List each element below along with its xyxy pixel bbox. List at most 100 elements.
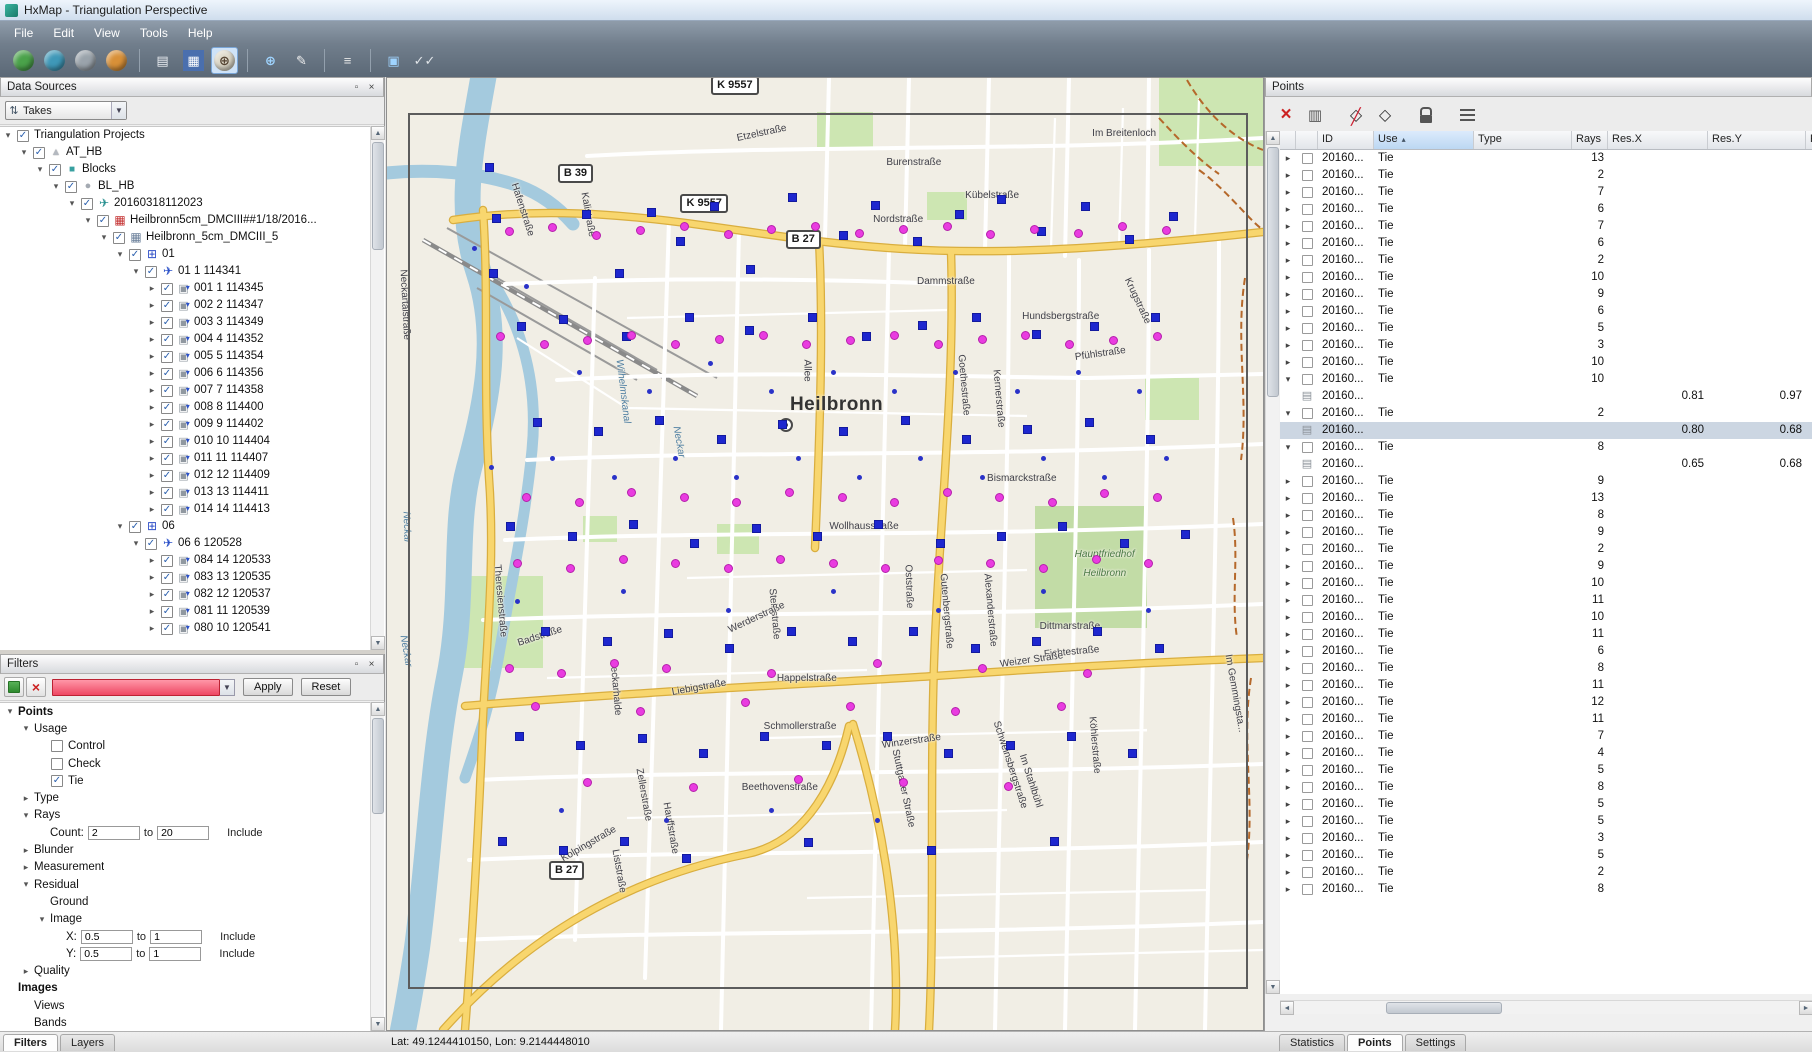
row-checkbox[interactable] (1296, 541, 1318, 558)
row-expander-icon[interactable]: ▸ (1280, 235, 1296, 252)
tree-checkbox[interactable] (145, 538, 157, 550)
row-expander-icon[interactable]: ▸ (1280, 881, 1296, 898)
tree-checkbox[interactable] (161, 504, 173, 516)
tree-expander-icon[interactable]: ▸ (146, 382, 158, 399)
tree-checkbox[interactable] (161, 402, 173, 414)
image-viewer-icon[interactable]: ▣ (380, 47, 407, 74)
tree-checkbox[interactable] (161, 470, 173, 482)
row-expander-icon[interactable]: ▸ (1280, 592, 1296, 609)
tree-item[interactable]: ▸008 8 114400 (0, 399, 385, 416)
close-panel-icon[interactable]: × (364, 657, 379, 671)
tree-item[interactable]: ▸012 12 114409 (0, 467, 385, 484)
tree-expander-icon[interactable]: ▾ (114, 246, 126, 263)
tree-item[interactable]: ▸011 11 114407 (0, 450, 385, 467)
row-checkbox[interactable] (1296, 796, 1318, 813)
right-panel-tabs[interactable]: StatisticsPointsSettings (1261, 1034, 1468, 1051)
tab-statistics[interactable]: Statistics (1279, 1034, 1345, 1051)
filter-item[interactable]: Ground (0, 893, 385, 910)
tree-item[interactable]: ▾20160318112023 (0, 195, 385, 212)
filter-item[interactable]: Bands (0, 1014, 385, 1031)
points-row[interactable]: ▸20160...Tie8 (1280, 779, 1812, 796)
tree-item[interactable]: ▸014 14 114413 (0, 501, 385, 518)
tree-checkbox[interactable] (161, 385, 173, 397)
tree-checkbox[interactable] (17, 130, 29, 142)
measurement-filter-icon[interactable] (1454, 102, 1480, 128)
tree-expander-icon[interactable]: ▸ (20, 966, 32, 977)
scrollbar-thumb[interactable] (1386, 1002, 1502, 1014)
column-header-resx[interactable]: Res.X (1608, 131, 1708, 149)
save-icon[interactable]: ▦ (180, 47, 207, 74)
scrollbar-thumb[interactable] (1267, 147, 1279, 397)
tree-checkbox[interactable] (161, 436, 173, 448)
row-expander-icon[interactable]: ▸ (1280, 779, 1296, 796)
tree-expander-icon[interactable]: ▸ (146, 467, 158, 484)
edit-notes-icon[interactable]: ✎ (288, 47, 315, 74)
points-row[interactable]: ▸20160...Tie7 (1280, 184, 1812, 201)
tree-checkbox[interactable] (161, 351, 173, 363)
title-bar[interactable]: HxMap - Triangulation Perspective (0, 0, 1812, 21)
points-row[interactable]: ▸20160...Tie5 (1280, 762, 1812, 779)
points-row[interactable]: ▸20160...Tie8 (1280, 881, 1812, 898)
row-checkbox[interactable] (1296, 813, 1318, 830)
points-toolbar[interactable] (1265, 97, 1812, 133)
column-header-resy[interactable]: Res.Y (1708, 131, 1806, 149)
filter-item[interactable]: ▸Blunder (0, 841, 385, 858)
row-expander-icon[interactable]: ▸ (1280, 218, 1296, 235)
points-row[interactable]: ▸20160...Tie10 (1280, 354, 1812, 371)
row-checkbox[interactable] (1296, 745, 1318, 762)
tree-item[interactable]: ▾06 6 120528 (0, 535, 385, 552)
row-expander-icon[interactable]: ▸ (1280, 167, 1296, 184)
tree-expander-icon[interactable]: ▸ (146, 399, 158, 416)
row-expander-icon[interactable]: ▸ (1280, 473, 1296, 490)
points-table-vscrollbar[interactable]: ▲ ▼ (1265, 131, 1279, 994)
tree-checkbox[interactable] (161, 589, 173, 601)
points-row[interactable]: ▸20160...Tie10 (1280, 609, 1812, 626)
row-expander-icon[interactable]: ▾ (1280, 371, 1296, 388)
chevron-down-icon[interactable]: ▼ (111, 102, 126, 119)
tab-points[interactable]: Points (1347, 1034, 1403, 1051)
row-checkbox[interactable] (1296, 252, 1318, 269)
tree-item[interactable]: ▸001 1 114345 (0, 280, 385, 297)
range-to-input[interactable] (149, 947, 201, 961)
points-row[interactable]: ▸20160...Tie8 (1280, 507, 1812, 524)
points-row[interactable]: ▸20160...Tie13 (1280, 150, 1812, 167)
tree-checkbox[interactable] (161, 300, 173, 312)
filter-checkbox[interactable] (51, 775, 63, 787)
hexagon-slash-icon[interactable] (1343, 102, 1369, 128)
filter-item[interactable]: ▾Image (0, 911, 385, 928)
row-expander-icon[interactable]: ▸ (1280, 150, 1296, 167)
range-to-input[interactable] (150, 930, 202, 944)
tree-expander-icon[interactable]: ▾ (18, 144, 30, 161)
tree-item[interactable]: ▸002 2 114347 (0, 297, 385, 314)
row-expander-icon[interactable]: ▸ (1280, 762, 1296, 779)
row-expander-icon[interactable]: ▸ (1280, 303, 1296, 320)
filter-checkbox[interactable] (51, 740, 63, 752)
tree-checkbox[interactable] (65, 181, 77, 193)
row-checkbox[interactable] (1296, 660, 1318, 677)
points-row[interactable]: ▸20160...Tie2 (1280, 167, 1812, 184)
menu-list-icon[interactable]: ≡ (334, 47, 361, 74)
filter-item[interactable]: Check (0, 755, 385, 772)
tree-item[interactable]: ▸083 13 120535 (0, 569, 385, 586)
tree-checkbox[interactable] (129, 521, 141, 533)
data-sources-tree[interactable]: ▾Triangulation Projects▾AT_HB▾Blocks▾BL_… (0, 126, 385, 650)
filter-item[interactable]: ▸Type (0, 789, 385, 806)
tree-expander-icon[interactable]: ▾ (20, 723, 32, 734)
menu-edit[interactable]: Edit (43, 23, 84, 43)
tree-item[interactable]: ▾BL_HB (0, 178, 385, 195)
tree-expander-icon[interactable]: ▾ (130, 535, 142, 552)
row-checkbox[interactable] (1296, 524, 1318, 541)
tree-item[interactable]: ▸009 9 114402 (0, 416, 385, 433)
row-expander-icon[interactable]: ▸ (1280, 354, 1296, 371)
chevron-down-icon[interactable]: ▼ (220, 679, 235, 696)
column-header-r[interactable]: R (1806, 131, 1812, 149)
tree-item[interactable]: ▾06 (0, 518, 385, 535)
points-table-hscrollbar[interactable]: ◄ ► (1280, 1000, 1812, 1014)
points-row[interactable]: ▸20160...Tie9 (1280, 558, 1812, 575)
tree-expander-icon[interactable]: ▸ (146, 501, 158, 518)
tree-expander-icon[interactable]: ▾ (114, 518, 126, 535)
tree-item[interactable]: ▸007 7 114358 (0, 382, 385, 399)
row-checkbox[interactable] (1296, 286, 1318, 303)
row-expander-icon[interactable]: ▸ (1280, 252, 1296, 269)
tree-expander-icon[interactable]: ▾ (2, 127, 14, 144)
